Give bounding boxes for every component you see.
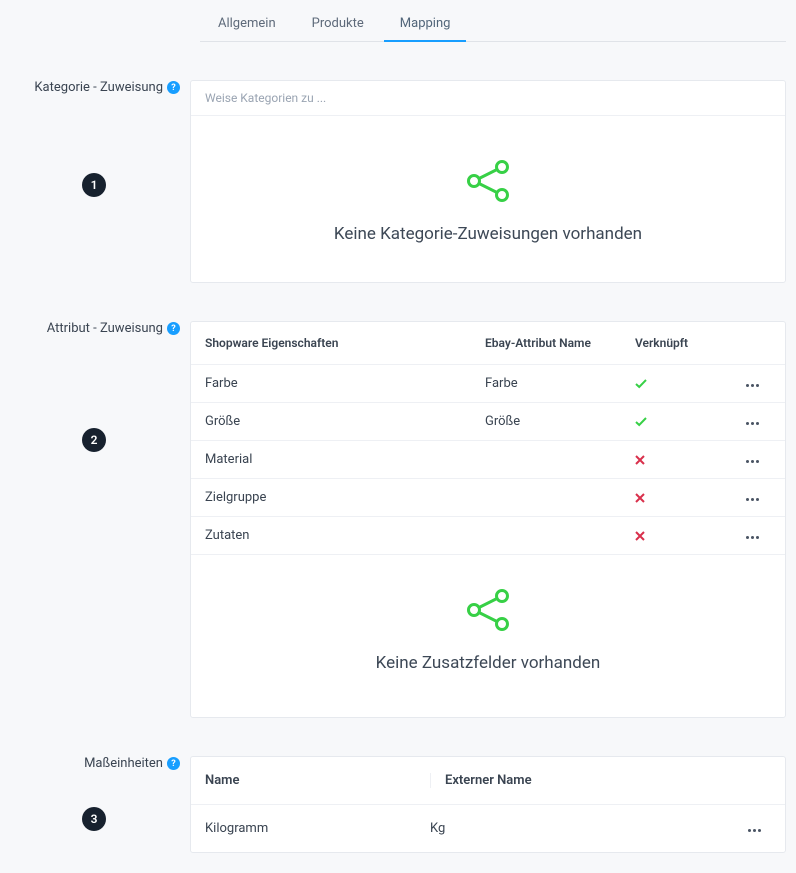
cell-shopware: Zielgruppe — [205, 490, 485, 505]
cell-shopware: Größe — [205, 414, 485, 429]
cell-shopware: Material — [205, 452, 485, 467]
share-icon — [465, 160, 511, 202]
row-actions-button[interactable] — [742, 494, 763, 505]
row-actions-button[interactable] — [742, 456, 763, 467]
header-ebay: Ebay-Attribut Name — [485, 336, 635, 350]
category-label: Kategorie - Zuweisung — [34, 80, 163, 95]
share-icon — [465, 589, 511, 631]
table-row: Kilogramm Kg — [191, 805, 785, 852]
cell-shopware: Zutaten — [205, 528, 485, 543]
step-badge-3: 3 — [82, 807, 106, 831]
tab-general[interactable]: Allgemein — [200, 8, 294, 41]
x-icon — [635, 531, 645, 541]
help-icon[interactable]: ? — [167, 322, 180, 335]
cell-ebay: Farbe — [485, 376, 635, 391]
attribute-panel: Shopware Eigenschaften Ebay-Attribut Nam… — [190, 321, 786, 718]
attribute-table-header: Shopware Eigenschaften Ebay-Attribut Nam… — [191, 322, 785, 365]
category-empty-state: Keine Kategorie-Zuweisungen vorhanden — [191, 116, 785, 282]
section-category: Kategorie - Zuweisung ? 1 Weise Kategori… — [10, 80, 786, 283]
table-row: Farbe Farbe — [191, 365, 785, 403]
attribute-label: Attribut - Zuweisung — [47, 321, 163, 336]
row-actions-button[interactable] — [742, 380, 763, 391]
section-units: Maßeinheiten ? 3 Name Externer Name Kilo… — [10, 756, 786, 853]
category-empty-title: Keine Kategorie-Zuweisungen vorhanden — [211, 224, 765, 244]
table-row: Zielgruppe — [191, 479, 785, 517]
check-icon — [635, 379, 647, 389]
tab-products[interactable]: Produkte — [294, 8, 382, 41]
category-panel: Weise Kategorien zu ... Keine Kategorie-… — [190, 80, 786, 283]
row-actions-button[interactable] — [744, 825, 765, 836]
cell-ebay: Größe — [485, 414, 635, 429]
row-actions-button[interactable] — [742, 418, 763, 429]
cell-unit-external: Kg — [430, 821, 721, 836]
help-icon[interactable]: ? — [167, 81, 180, 94]
units-panel: Name Externer Name Kilogramm Kg — [190, 756, 786, 853]
section-attribute: Attribut - Zuweisung ? 2 Shopware Eigens… — [10, 321, 786, 718]
units-label: Maßeinheiten — [84, 756, 163, 771]
category-search-input[interactable]: Weise Kategorien zu ... — [191, 81, 785, 116]
attribute-empty-title: Keine Zusatzfelder vorhanden — [211, 653, 765, 673]
header-unit-name: Name — [205, 773, 430, 788]
table-row: Größe Größe — [191, 403, 785, 441]
header-linked: Verknüpft — [635, 336, 725, 350]
tab-mapping[interactable]: Mapping — [382, 8, 469, 41]
x-icon — [635, 493, 645, 503]
check-icon — [635, 417, 647, 427]
tabs-bar: Allgemein Produkte Mapping — [200, 0, 786, 42]
x-icon — [635, 455, 645, 465]
step-badge-1: 1 — [82, 173, 106, 197]
units-table-header: Name Externer Name — [191, 757, 785, 805]
step-badge-2: 2 — [82, 428, 106, 452]
row-actions-button[interactable] — [742, 532, 763, 543]
table-row: Material — [191, 441, 785, 479]
cell-shopware: Farbe — [205, 376, 485, 391]
attribute-empty-state: Keine Zusatzfelder vorhanden — [191, 555, 785, 717]
header-unit-external: Externer Name — [430, 773, 721, 788]
cell-unit-name: Kilogramm — [205, 821, 430, 836]
header-shopware: Shopware Eigenschaften — [205, 336, 485, 350]
table-row: Zutaten — [191, 517, 785, 555]
help-icon[interactable]: ? — [167, 757, 180, 770]
